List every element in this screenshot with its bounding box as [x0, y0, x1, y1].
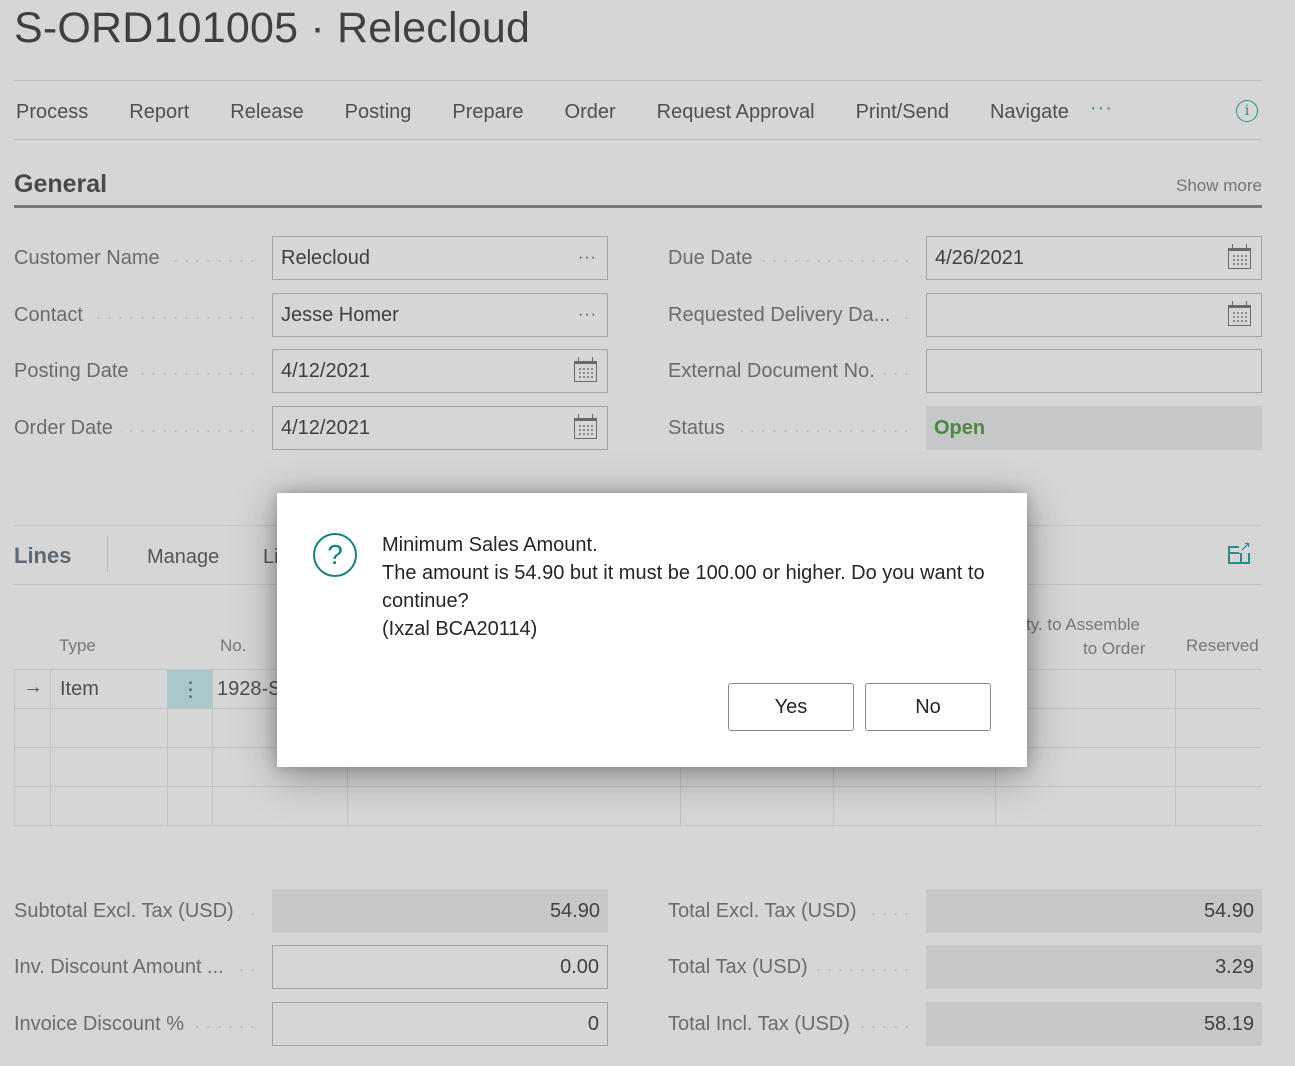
no-button[interactable]: No — [865, 683, 991, 731]
total-tax-value: 3.29 — [926, 945, 1262, 989]
field-requested-delivery-date: Requested Delivery Da... — [668, 293, 926, 337]
lookup-ellipsis-icon[interactable]: ··· — [578, 294, 597, 336]
total-excl-tax-value: 54.90 — [926, 889, 1262, 933]
field-total-incl-tax: Total Incl. Tax (USD) — [668, 1002, 926, 1046]
external-document-no-input[interactable] — [926, 349, 1262, 393]
action-release[interactable]: Release — [230, 101, 303, 124]
column-header-no[interactable]: No. — [220, 636, 246, 656]
calendar-icon[interactable] — [1228, 244, 1251, 269]
action-prepare[interactable]: Prepare — [452, 101, 523, 124]
field-posting-date: Posting Date — [14, 349, 272, 393]
invoice-discount-pct-input[interactable]: 0 — [272, 1002, 608, 1046]
divider — [14, 139, 1262, 140]
field-label: Total Incl. Tax (USD) — [668, 1013, 858, 1035]
field-label: Order Date — [14, 417, 121, 439]
dialog-message: Minimum Sales Amount. The amount is 54.9… — [382, 531, 1002, 643]
field-customer-name: Customer Name — [14, 236, 272, 280]
field-label: Due Date — [668, 247, 761, 269]
field-label: External Document No. — [668, 360, 883, 382]
divider — [14, 80, 1262, 81]
column-header-type[interactable]: Type — [59, 636, 96, 656]
field-label: Customer Name — [14, 247, 168, 269]
inv-discount-amount-input[interactable]: 0.00 — [272, 945, 608, 989]
action-navigate[interactable]: Navigate — [990, 101, 1069, 124]
action-posting[interactable]: Posting — [345, 101, 412, 124]
field-label: Contact — [14, 304, 91, 326]
table-row[interactable] — [15, 787, 1262, 826]
cell-type[interactable]: Item — [60, 678, 99, 701]
lookup-ellipsis-icon[interactable]: ··· — [578, 237, 597, 279]
field-total-tax: Total Tax (USD) — [668, 945, 926, 989]
field-label: Posting Date — [14, 360, 137, 382]
question-icon: ? — [313, 533, 357, 577]
requested-delivery-date-input[interactable] — [926, 293, 1262, 337]
calendar-icon[interactable] — [1228, 301, 1251, 326]
row-actions-icon[interactable]: ⋮ — [168, 670, 213, 708]
action-report[interactable]: Report — [129, 101, 189, 124]
contact-input[interactable]: Jesse Homer ··· — [272, 293, 608, 337]
column-header-qty-to-assemble[interactable]: ty. to Assemble — [1026, 615, 1140, 635]
more-actions-icon[interactable]: ··· — [1090, 98, 1113, 118]
dialog-title: Minimum Sales Amount. — [382, 534, 598, 556]
column-header-qty-to-assemble-line2: to Order — [1083, 639, 1146, 658]
field-status: Status — [668, 406, 926, 450]
field-label: Total Excl. Tax (USD) — [668, 900, 865, 922]
field-order-date: Order Date — [14, 406, 272, 450]
section-title-lines[interactable]: Lines — [14, 543, 71, 569]
action-print-send[interactable]: Print/Send — [856, 101, 949, 124]
cell-no[interactable]: 1928-S — [217, 678, 282, 701]
calendar-icon[interactable] — [574, 414, 597, 439]
field-label: Inv. Discount Amount ... — [14, 956, 232, 978]
expand-icon[interactable] — [1228, 539, 1252, 564]
status-badge: Open — [934, 417, 986, 439]
show-more-link[interactable]: Show more — [1176, 176, 1262, 196]
dialog-code: (Ixzal BCA20114) — [382, 618, 538, 640]
action-order[interactable]: Order — [565, 101, 616, 124]
current-row-arrow-icon: → — [23, 676, 43, 698]
general-section-header: General Show more — [14, 168, 1262, 208]
calendar-icon[interactable] — [574, 357, 597, 382]
field-label: Subtotal Excl. Tax (USD) — [14, 900, 242, 922]
yes-button[interactable]: Yes — [728, 683, 854, 731]
section-title-general[interactable]: General — [14, 170, 107, 199]
total-incl-tax-value: 58.19 — [926, 1002, 1262, 1046]
due-date-input[interactable]: 4/26/2021 — [926, 236, 1262, 280]
order-date-input[interactable]: 4/12/2021 — [272, 406, 608, 450]
field-label: Total Tax (USD) — [668, 956, 816, 978]
confirm-dialog: ? Minimum Sales Amount. The amount is 54… — [277, 493, 1027, 767]
field-inv-discount-amount: Inv. Discount Amount ... — [14, 945, 272, 989]
field-contact: Contact — [14, 293, 272, 337]
field-label: Requested Delivery Da... — [668, 304, 899, 326]
field-subtotal-excl-tax: Subtotal Excl. Tax (USD) — [14, 889, 272, 933]
posting-date-input[interactable]: 4/12/2021 — [272, 349, 608, 393]
info-icon[interactable]: i — [1236, 100, 1258, 122]
tab-manage[interactable]: Manage — [147, 546, 219, 569]
divider — [107, 536, 108, 572]
field-label: Invoice Discount % — [14, 1013, 193, 1035]
field-external-document-no: External Document No. — [668, 349, 926, 393]
subtotal-excl-tax-value: 54.90 — [272, 889, 608, 933]
action-process[interactable]: Process — [16, 101, 88, 124]
field-label: Status — [668, 417, 733, 439]
field-total-excl-tax: Total Excl. Tax (USD) — [668, 889, 926, 933]
action-bar: Process Report Release Posting Prepare O… — [16, 96, 1262, 128]
status-value: Open — [926, 406, 1262, 450]
page-title: S-ORD101005 · Relecloud — [14, 4, 531, 52]
dialog-body: The amount is 54.90 but it must be 100.0… — [382, 562, 985, 612]
column-header-reserved[interactable]: Reserved — [1186, 636, 1259, 656]
action-request-approval[interactable]: Request Approval — [657, 101, 815, 124]
customer-name-input[interactable]: Relecloud ··· — [272, 236, 608, 280]
field-due-date: Due Date — [668, 236, 926, 280]
field-invoice-discount-pct: Invoice Discount % — [14, 1002, 272, 1046]
